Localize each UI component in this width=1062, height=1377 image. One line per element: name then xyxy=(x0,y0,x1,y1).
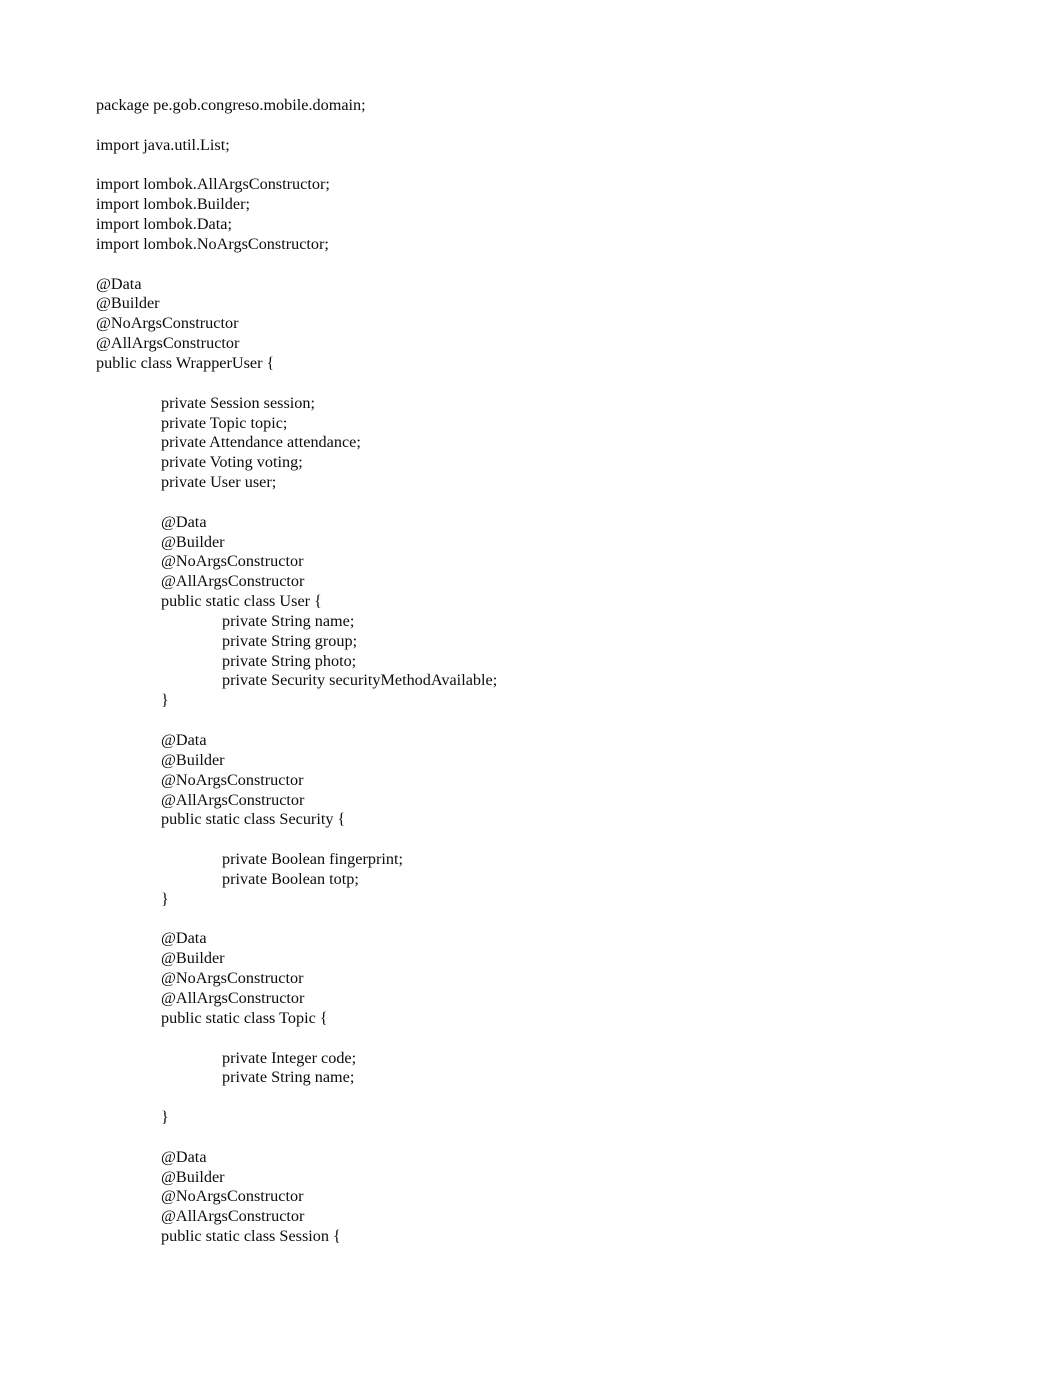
code-line: @AllArgsConstructor xyxy=(161,1207,305,1226)
code-line: @Builder xyxy=(161,750,225,769)
code-line: } xyxy=(161,1108,169,1127)
document-page: package pe.gob.congreso.mobile.domain; im… xyxy=(0,0,1062,1377)
code-line: public static class Topic { xyxy=(161,1008,328,1027)
code-line: private Topic topic; xyxy=(161,413,288,432)
code-line: private Security securityMethodAvailable… xyxy=(222,671,498,690)
code-line: @Data xyxy=(96,274,142,293)
code-line: @Data xyxy=(161,1147,207,1166)
code-line: @AllArgsConstructor xyxy=(96,334,240,353)
code-line: import lombok.Data; xyxy=(96,215,232,234)
code-line: private Boolean totp; xyxy=(222,869,359,888)
code-line: private String photo; xyxy=(222,651,357,670)
code-line: import lombok.Builder; xyxy=(96,195,250,214)
code-line: @Data xyxy=(161,929,207,948)
code-line: @NoArgsConstructor xyxy=(161,1187,304,1206)
code-line: private Boolean fingerprint; xyxy=(222,850,403,869)
code-line: public static class Session { xyxy=(161,1227,341,1246)
code-line: } xyxy=(161,889,169,908)
code-line: private Integer code; xyxy=(222,1048,357,1067)
code-line: import lombok.NoArgsConstructor; xyxy=(96,234,329,253)
code-line: private Session session; xyxy=(161,393,316,412)
code-line: public static class User { xyxy=(161,592,322,611)
code-line: } xyxy=(161,691,169,710)
code-line: @AllArgsConstructor xyxy=(161,790,305,809)
code-line: @NoArgsConstructor xyxy=(96,314,239,333)
code-line: @AllArgsConstructor xyxy=(161,572,305,591)
code-line: @NoArgsConstructor xyxy=(161,770,304,789)
code-line: import java.util.List; xyxy=(96,135,230,154)
code-line: @Builder xyxy=(161,949,225,968)
code-line: @Data xyxy=(161,512,207,531)
code-line: package pe.gob.congreso.mobile.domain; xyxy=(96,96,366,114)
code-listing: package pe.gob.congreso.mobile.domain; im… xyxy=(96,96,996,1247)
code-line: private String name; xyxy=(222,611,355,630)
code-line: @Builder xyxy=(161,1167,225,1186)
code-line: private User user; xyxy=(161,473,277,492)
code-line: @AllArgsConstructor xyxy=(161,988,305,1007)
code-line: @Builder xyxy=(161,532,225,551)
code-line: @NoArgsConstructor xyxy=(161,969,304,988)
code-line: @Data xyxy=(161,731,207,749)
code-line: private Attendance attendance; xyxy=(161,433,361,452)
code-line: @Builder xyxy=(96,294,160,313)
code-line: @NoArgsConstructor xyxy=(161,552,304,571)
code-line: public class WrapperUser { xyxy=(96,353,275,372)
code-line: private Voting voting; xyxy=(161,453,303,472)
code-line: private String group; xyxy=(222,631,358,650)
code-line: public static class Security { xyxy=(161,810,346,829)
code-line: private String name; xyxy=(222,1068,355,1087)
code-line: import lombok.AllArgsConstructor; xyxy=(96,175,330,194)
